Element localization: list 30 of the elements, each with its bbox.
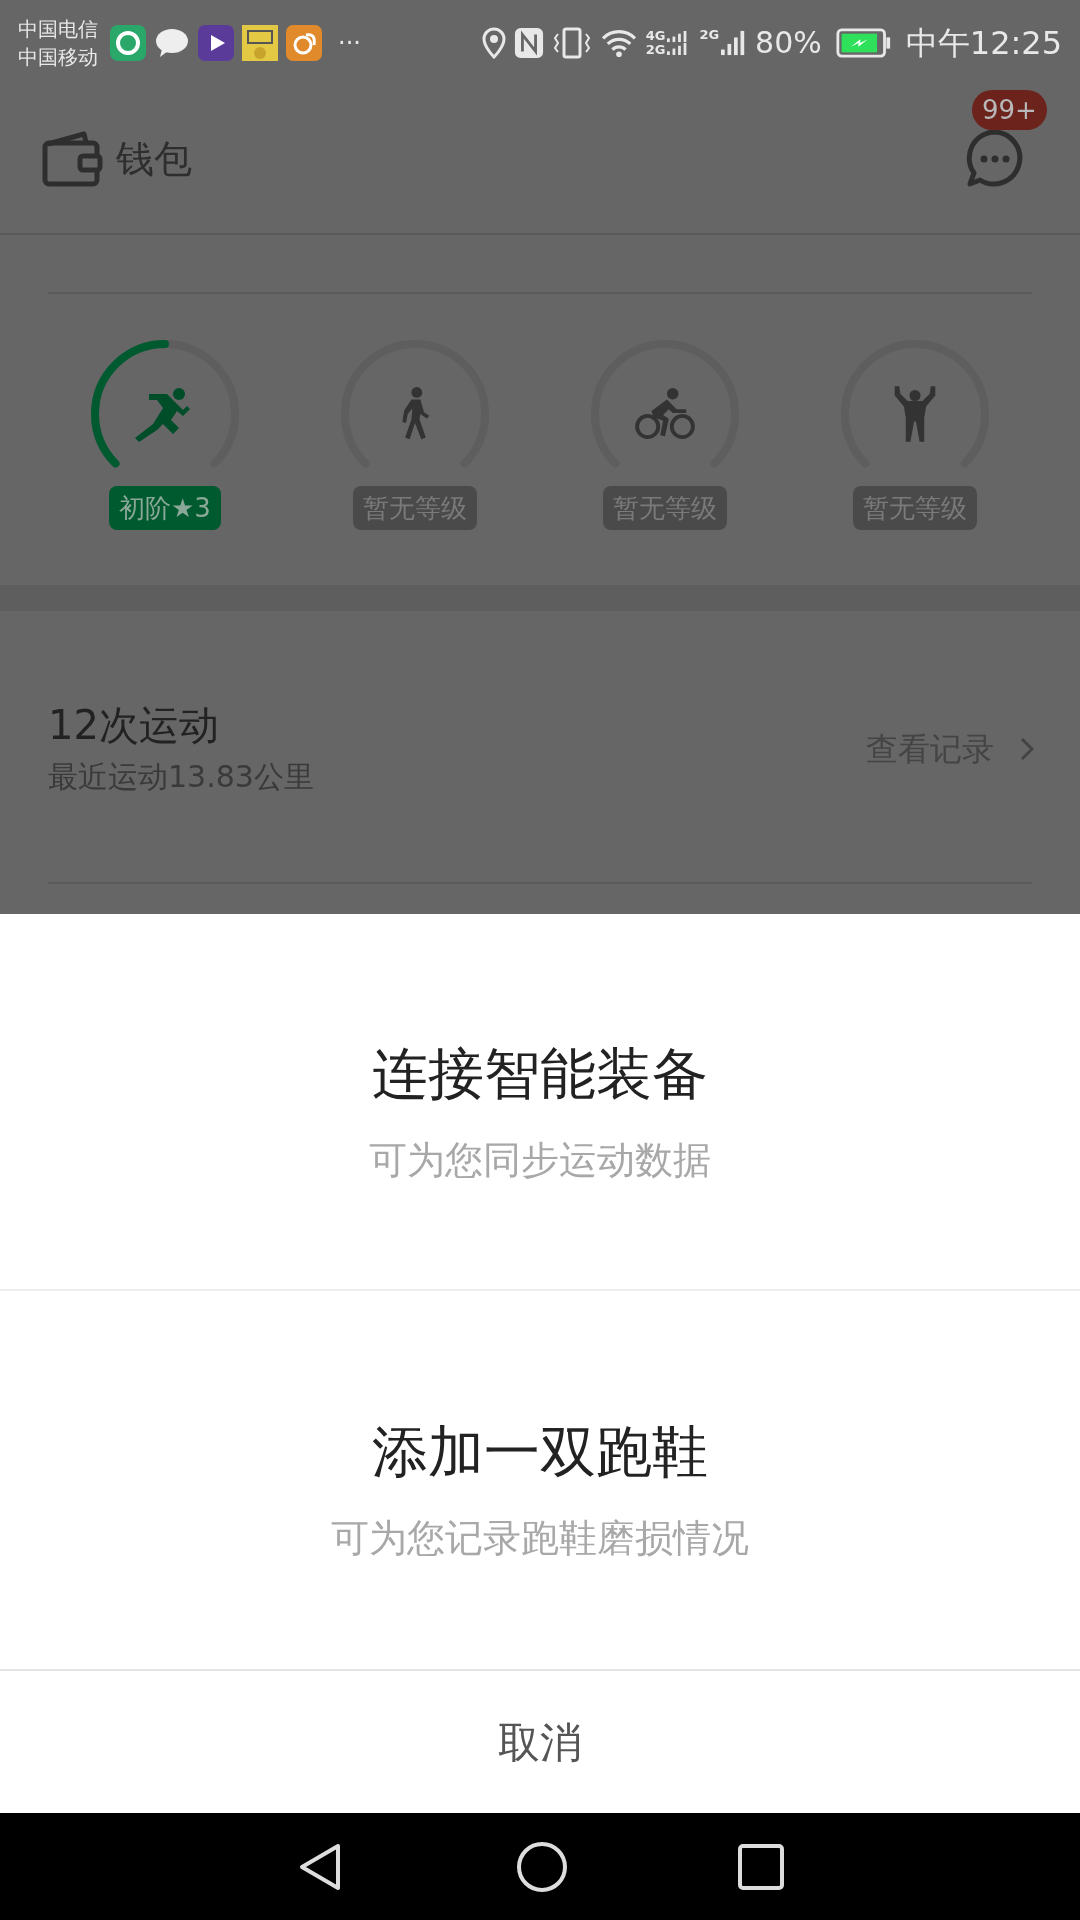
network-type: 2G [645, 42, 666, 57]
home-icon[interactable] [516, 1840, 568, 1893]
battery-percent: 80% [755, 24, 822, 62]
chevron-right-icon [1020, 737, 1034, 761]
carrier-name: 中国电信 [18, 15, 98, 43]
network-type: 2G [699, 27, 720, 42]
option-description: 可为您同步运动数据 [369, 1136, 711, 1184]
vibrate-icon [551, 25, 592, 60]
cyclist-figure-icon[interactable] [634, 388, 696, 440]
workout-count: 12次运动 [48, 701, 220, 750]
wallet-icon [42, 130, 104, 188]
unread-badge: 99+ [972, 90, 1047, 130]
location-icon [481, 26, 506, 59]
play-icon [198, 24, 234, 61]
more-notifications: ··· [338, 27, 361, 59]
app-icon [110, 24, 146, 61]
network-type: 4G [645, 28, 666, 43]
wifi-icon [599, 27, 638, 58]
recent-apps-icon[interactable] [738, 1843, 784, 1890]
clock-time: 中午12:25 [905, 22, 1062, 64]
sheet-option[interactable]: 连接智能装备 可为您同步运动数据 [0, 914, 1080, 1291]
option-description: 可为您记录跑鞋磨损情况 [331, 1514, 749, 1562]
sheet-option[interactable]: 添加一双跑鞋 可为您记录跑鞋磨损情况 [0, 1291, 1080, 1668]
level-badge: 初阶★3 [109, 486, 221, 530]
carrier-name: 中国移动 [18, 43, 98, 71]
battery-icon [835, 27, 892, 58]
option-title: 连接智能装备 [372, 1039, 708, 1108]
nfc-icon [513, 26, 544, 59]
app-icon [242, 24, 278, 61]
option-title: 添加一双跑鞋 [372, 1417, 708, 1486]
